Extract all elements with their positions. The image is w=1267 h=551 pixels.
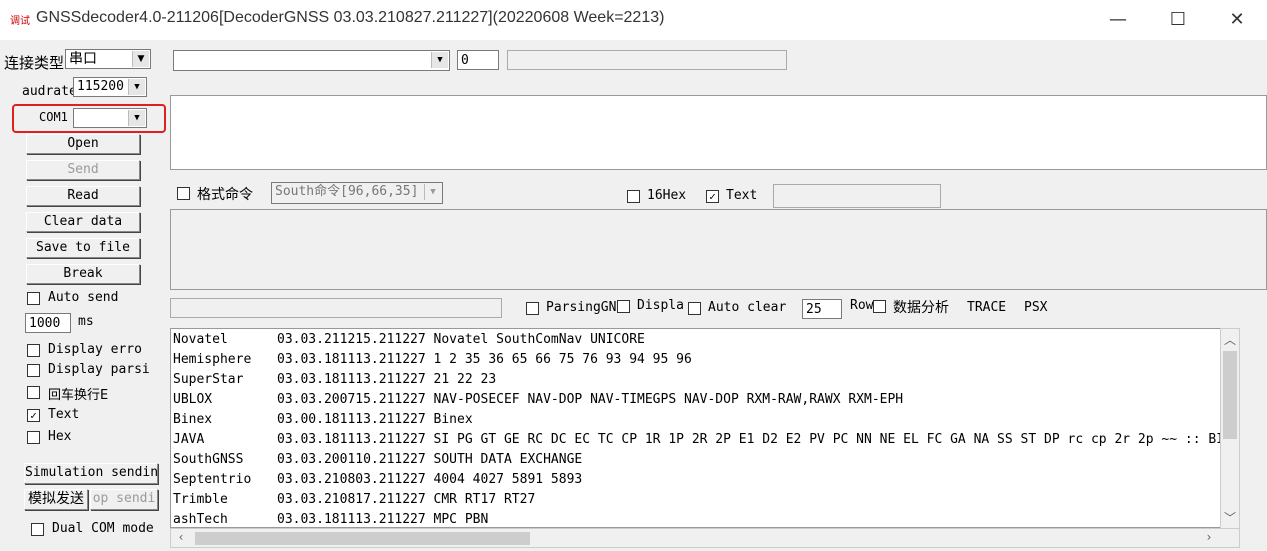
scroll-right-icon[interactable]: › — [1203, 530, 1215, 544]
vertical-scrollbar[interactable]: ︿ ﹀ — [1220, 328, 1240, 529]
status-field — [507, 50, 787, 70]
data-analysis-label: 数据分析 — [893, 300, 949, 316]
decoder-name: Novatel — [173, 332, 228, 347]
display-parsing-label: Display parsi — [48, 362, 150, 377]
text-mode-label: Text — [48, 407, 80, 422]
decoder-info: 03.03.211215.211227 Novatel SouthComNav … — [277, 332, 645, 347]
chevron-down-icon: ▼ — [128, 79, 145, 95]
rows-label: Row — [850, 298, 874, 313]
com-port-label: COM1 — [39, 110, 68, 124]
decoder-info: 03.03.181113.211227 1 2 35 36 65 66 75 7… — [277, 352, 692, 367]
save-to-file-button[interactable]: Save to file — [26, 238, 140, 258]
simulate-send-button[interactable]: 模拟发送 — [24, 489, 88, 510]
count-field[interactable]: 0 — [457, 50, 499, 70]
format-command-select[interactable]: South命令[96,66,35] ▼ — [271, 182, 443, 204]
baudrate-label: audrate — [22, 84, 77, 99]
decoder-info: 03.03.181113.211227 SI PG GT GE RC DC EC… — [277, 432, 1240, 447]
baudrate-select[interactable]: 115200 ▼ — [73, 77, 147, 97]
psx-label[interactable]: PSX — [1024, 300, 1047, 315]
decoder-info: 03.00.181113.211227 Binex — [277, 412, 473, 427]
chevron-down-icon: ▼ — [128, 110, 145, 126]
decoder-info: 03.03.210817.211227 CMR RT17 RT27 — [277, 492, 536, 507]
rows-input[interactable]: 25 — [802, 299, 842, 319]
decoder-name: Septentrio — [173, 472, 252, 487]
decoder-info: 03.03.200110.211227 SOUTH DATA EXCHANGE — [277, 452, 583, 467]
text-mode-checkbox[interactable]: ✓ — [27, 409, 40, 422]
stop-sending-button[interactable]: op sendi — [90, 489, 158, 510]
display-checkbox[interactable] — [617, 300, 630, 313]
hex16-label: 16Hex — [647, 188, 687, 203]
chevron-down-icon: ▼ — [424, 184, 441, 200]
decoder-name: Hemisphere — [173, 352, 252, 367]
connection-type-value: 串口 — [69, 51, 97, 67]
decoder-list[interactable]: Novatel 03.03.211215.211227 Novatel South… — [170, 328, 1240, 528]
scroll-down-icon[interactable]: ﹀ — [1223, 509, 1237, 526]
horizontal-scrollbar[interactable]: ‹ › — [170, 528, 1240, 548]
format-command-label: 格式命令 — [197, 187, 253, 203]
chevron-down-icon: ▼ — [132, 51, 149, 67]
send-button[interactable]: Send — [26, 160, 140, 180]
data-analysis-checkbox[interactable] — [873, 300, 886, 313]
command-select[interactable]: ▼ — [173, 50, 450, 71]
horizontal-scroll-thumb[interactable] — [195, 532, 530, 545]
command-textarea[interactable] — [170, 95, 1267, 170]
read-button[interactable]: Read — [26, 186, 140, 206]
parsing-checkbox[interactable] — [526, 302, 539, 315]
decoder-name: SouthGNSS — [173, 452, 244, 467]
decoder-name: UBLOX — [173, 392, 213, 407]
scroll-left-icon[interactable]: ‹ — [175, 530, 187, 544]
vertical-scroll-thumb[interactable] — [1223, 351, 1237, 439]
parsing-label: ParsingGN — [546, 300, 616, 315]
dual-com-label: Dual COM mode — [52, 521, 154, 536]
clear-data-button[interactable]: Clear data — [26, 212, 140, 232]
decoder-info: 03.03.200715.211227 NAV-POSECEF NAV-DOP … — [277, 392, 904, 407]
scroll-up-icon[interactable]: ︿ — [1223, 331, 1237, 348]
auto-clear-label: Auto clear — [708, 300, 787, 315]
simulation-sending-button[interactable]: Simulation sending — [24, 463, 158, 484]
receive-area[interactable] — [170, 209, 1267, 290]
hex-mode-checkbox[interactable] — [27, 431, 40, 444]
trace-label[interactable]: TRACE — [967, 300, 1006, 315]
hex-mode-label: Hex — [48, 429, 72, 444]
decoder-name: ashTech — [173, 512, 228, 527]
decoder-info: 03.03.181113.211227 21 22 23 — [277, 372, 497, 387]
crlf-checkbox[interactable] — [27, 386, 40, 399]
auto-send-checkbox[interactable] — [27, 292, 40, 305]
auto-send-label: Auto send — [48, 290, 119, 305]
decoder-name: JAVA — [173, 432, 205, 447]
decoder-info: 03.03.181113.211227 MPC PBN — [277, 512, 489, 527]
display-label: Displa — [637, 298, 683, 313]
minimize-button[interactable]: — — [1103, 8, 1133, 32]
connection-type-label: 连接类型 — [4, 54, 65, 72]
format-command-value: South命令[96,66,35] — [275, 184, 419, 199]
decoder-name: Binex — [173, 412, 213, 427]
window-title: GNSSdecoder4.0-211206[DecoderGNSS 03.03.… — [36, 9, 665, 26]
open-button[interactable]: Open — [26, 134, 140, 154]
connection-type-select[interactable]: 串口 ▼ — [65, 49, 151, 69]
display-error-checkbox[interactable] — [27, 344, 40, 357]
text-display-checkbox[interactable]: ✓ — [706, 190, 719, 203]
display-error-label: Display erro — [48, 342, 142, 357]
app-icon: 调试 — [10, 16, 30, 27]
baudrate-value: 115200 — [77, 79, 124, 94]
auto-clear-checkbox[interactable] — [688, 302, 701, 315]
format-status-field — [773, 184, 941, 208]
chevron-down-icon: ▼ — [431, 52, 448, 68]
decoder-name: Trimble — [173, 492, 228, 507]
hex16-checkbox[interactable] — [627, 190, 640, 203]
break-button[interactable]: Break — [26, 264, 140, 284]
format-command-checkbox[interactable] — [177, 187, 190, 200]
display-parsing-checkbox[interactable] — [27, 364, 40, 377]
maximize-button[interactable]: ☐ — [1163, 8, 1193, 32]
send-interval-input[interactable]: 1000 — [25, 313, 71, 333]
decoder-info: 03.03.210803.211227 4004 4027 5891 5893 — [277, 472, 583, 487]
crlf-label: 回车换行E — [48, 388, 109, 403]
close-button[interactable]: ✕ — [1222, 8, 1252, 32]
decoder-name: SuperStar — [173, 372, 244, 387]
text-display-label: Text — [726, 188, 758, 203]
dual-com-checkbox[interactable] — [31, 523, 44, 536]
parse-status-field — [170, 298, 502, 318]
com-port-select[interactable]: ▼ — [73, 108, 147, 128]
interval-unit-label: ms — [78, 314, 94, 329]
